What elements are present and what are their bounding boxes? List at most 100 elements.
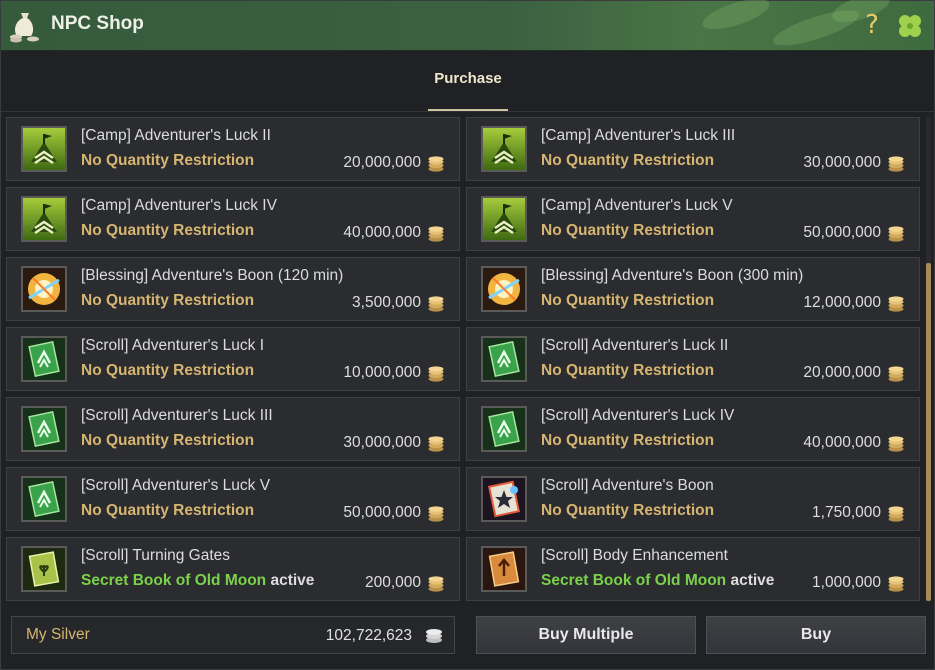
my-silver-panel: My Silver 102,722,623 bbox=[11, 616, 455, 654]
scrollbar-thumb[interactable] bbox=[926, 263, 931, 601]
item-restriction: No Quantity Restriction bbox=[81, 292, 254, 310]
item-price: 40,000,000 bbox=[803, 434, 881, 451]
item-price: 40,000,000 bbox=[343, 224, 421, 241]
item-restriction: No Quantity Restriction bbox=[81, 362, 254, 380]
item-name: [Camp] Adventurer's Luck III bbox=[541, 127, 736, 144]
my-silver-value: 102,722,623 bbox=[325, 627, 412, 644]
camp-icon bbox=[21, 126, 67, 172]
buy-multiple-button[interactable]: Buy Multiple bbox=[476, 616, 696, 654]
help-icon[interactable]: ? bbox=[861, 10, 883, 40]
item-name: [Scroll] Adventurer's Luck II bbox=[541, 337, 729, 354]
silver-coins-icon bbox=[427, 575, 445, 593]
green-scroll-icon bbox=[21, 476, 67, 522]
item-name: [Camp] Adventurer's Luck IV bbox=[81, 197, 277, 214]
shop-item-card[interactable]: [Blessing] Adventure's Boon (120 min) No … bbox=[6, 257, 460, 321]
item-restriction-text: No Quantity Restriction bbox=[541, 362, 715, 379]
green-scroll-icon bbox=[481, 336, 527, 382]
star-scroll-icon bbox=[481, 476, 527, 522]
item-restriction-text: No Quantity Restriction bbox=[81, 152, 255, 169]
silver-coins-icon bbox=[427, 435, 445, 453]
item-restriction: No Quantity Restriction bbox=[541, 152, 714, 170]
item-restriction-text: No Quantity Restriction bbox=[541, 502, 715, 519]
item-name: [Scroll] Adventurer's Luck I bbox=[81, 337, 265, 354]
item-restriction-text: No Quantity Restriction bbox=[541, 292, 715, 309]
item-name: [Scroll] Adventurer's Luck V bbox=[81, 477, 271, 494]
item-restriction-text: No Quantity Restriction bbox=[81, 502, 255, 519]
green-scroll-icon bbox=[481, 406, 527, 452]
camp-icon bbox=[21, 196, 67, 242]
item-name: [Camp] Adventurer's Luck V bbox=[541, 197, 733, 214]
item-restriction: No Quantity Restriction bbox=[541, 432, 714, 450]
shop-item-card[interactable]: [Camp] Adventurer's Luck V No Quantity Re… bbox=[466, 187, 920, 251]
item-restriction-text: Secret Book of Old Moon bbox=[81, 572, 267, 589]
blessing-icon bbox=[481, 266, 527, 312]
turning-gates-scroll-icon bbox=[21, 546, 67, 592]
item-name: [Camp] Adventurer's Luck II bbox=[81, 127, 271, 144]
item-price: 20,000,000 bbox=[343, 154, 421, 171]
item-restriction-text: No Quantity Restriction bbox=[541, 432, 715, 449]
item-restriction-text: No Quantity Restriction bbox=[541, 222, 715, 239]
shop-item-card[interactable]: [Blessing] Adventure's Boon (300 min) No … bbox=[466, 257, 920, 321]
item-restriction-text: No Quantity Restriction bbox=[81, 432, 255, 449]
item-restriction: No Quantity Restriction bbox=[541, 502, 714, 520]
item-price: 50,000,000 bbox=[343, 504, 421, 521]
camp-icon bbox=[481, 196, 527, 242]
shop-item-card[interactable]: [Scroll] Adventurer's Luck II No Quantity… bbox=[466, 327, 920, 391]
item-restriction-status: active bbox=[730, 572, 775, 589]
item-name: [Blessing] Adventure's Boon (120 min) bbox=[81, 267, 344, 284]
silver-coins-icon bbox=[887, 365, 905, 383]
silver-coins-icon bbox=[887, 225, 905, 243]
window-title: NPC Shop bbox=[51, 13, 144, 34]
silver-coins-icon bbox=[427, 505, 445, 523]
item-price: 10,000,000 bbox=[343, 364, 421, 381]
item-name: [Scroll] Adventure's Boon bbox=[541, 477, 714, 494]
item-restriction-text: No Quantity Restriction bbox=[81, 222, 255, 239]
item-price: 30,000,000 bbox=[803, 154, 881, 171]
item-restriction: No Quantity Restriction bbox=[541, 362, 714, 380]
clover-icon[interactable] bbox=[896, 12, 924, 40]
silver-coins-icon bbox=[887, 575, 905, 593]
shop-item-card[interactable]: [Scroll] Adventure's Boon No Quantity Res… bbox=[466, 467, 920, 531]
item-price: 200,000 bbox=[364, 574, 421, 591]
item-restriction-status: active bbox=[270, 572, 315, 589]
shop-item-card[interactable]: [Scroll] Body Enhancement Secret Book of … bbox=[466, 537, 920, 601]
shop-item-card[interactable]: [Scroll] Adventurer's Luck I No Quantity … bbox=[6, 327, 460, 391]
shop-item-card[interactable]: [Scroll] Adventurer's Luck IV No Quantity… bbox=[466, 397, 920, 461]
camp-icon bbox=[481, 126, 527, 172]
item-name: [Blessing] Adventure's Boon (300 min) bbox=[541, 267, 804, 284]
silver-coins-icon bbox=[887, 505, 905, 523]
item-restriction: No Quantity Restriction bbox=[81, 502, 254, 520]
money-bag-icon bbox=[9, 9, 41, 43]
leaf-decoration bbox=[699, 0, 773, 36]
shop-item-card[interactable]: [Camp] Adventurer's Luck III No Quantity … bbox=[466, 117, 920, 181]
item-restriction-text: Secret Book of Old Moon bbox=[541, 572, 727, 589]
title-bar[interactable]: NPC Shop ? bbox=[1, 0, 934, 53]
item-restriction: No Quantity Restriction bbox=[541, 222, 714, 240]
item-name: [Scroll] Body Enhancement bbox=[541, 547, 728, 564]
item-restriction: No Quantity Restriction bbox=[541, 292, 714, 310]
item-price: 1,000,000 bbox=[812, 574, 881, 591]
green-scroll-icon bbox=[21, 406, 67, 452]
shop-item-card[interactable]: [Scroll] Adventurer's Luck V No Quantity … bbox=[6, 467, 460, 531]
item-price: 50,000,000 bbox=[803, 224, 881, 241]
item-name: [Scroll] Turning Gates bbox=[81, 547, 231, 564]
scrollbar[interactable] bbox=[926, 117, 931, 601]
shop-item-card[interactable]: [Camp] Adventurer's Luck II No Quantity R… bbox=[6, 117, 460, 181]
item-price: 30,000,000 bbox=[343, 434, 421, 451]
green-scroll-icon bbox=[21, 336, 67, 382]
buy-button[interactable]: Buy bbox=[706, 616, 926, 654]
item-restriction: No Quantity Restriction bbox=[81, 222, 254, 240]
item-restriction-text: No Quantity Restriction bbox=[541, 152, 715, 169]
my-silver-label: My Silver bbox=[26, 626, 90, 643]
shop-item-card[interactable]: [Camp] Adventurer's Luck IV No Quantity R… bbox=[6, 187, 460, 251]
shop-item-card[interactable]: [Scroll] Turning Gates Secret Book of Old… bbox=[6, 537, 460, 601]
item-price: 12,000,000 bbox=[803, 294, 881, 311]
item-restriction: No Quantity Restriction bbox=[81, 432, 254, 450]
silver-coins-icon bbox=[424, 625, 444, 645]
shop-item-card[interactable]: [Scroll] Adventurer's Luck III No Quantit… bbox=[6, 397, 460, 461]
tab-purchase[interactable]: Purchase bbox=[428, 67, 508, 111]
item-price: 3,500,000 bbox=[352, 294, 421, 311]
silver-coins-icon bbox=[427, 295, 445, 313]
item-restriction: No Quantity Restriction bbox=[81, 152, 254, 170]
item-restriction-text: No Quantity Restriction bbox=[81, 292, 255, 309]
